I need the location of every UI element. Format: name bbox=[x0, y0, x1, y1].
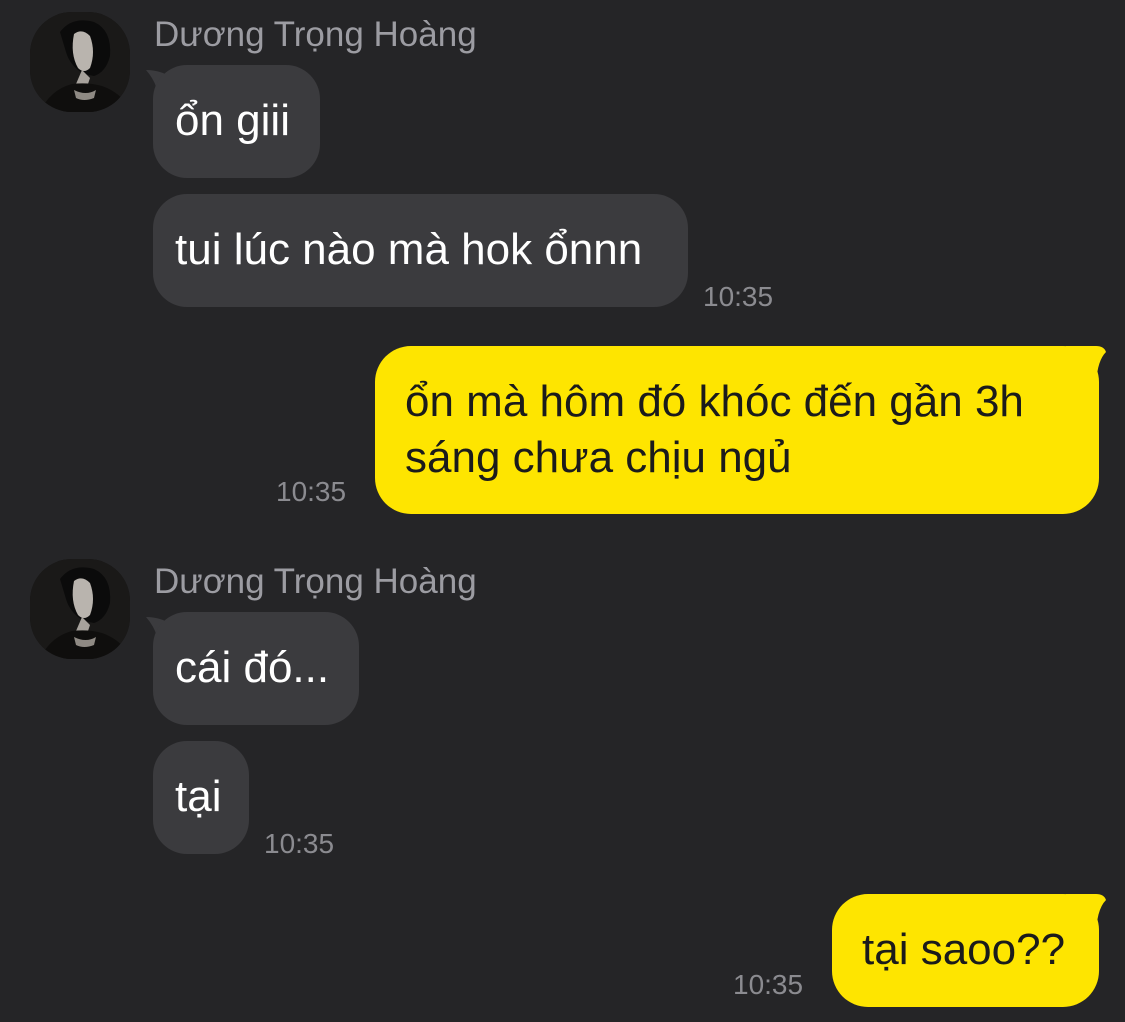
message-bubble[interactable]: tại bbox=[153, 741, 249, 854]
sender-name: Dương Trọng Hoàng bbox=[154, 15, 477, 54]
message-text-line: sáng chưa chịu ngủ bbox=[405, 433, 792, 482]
message-bubble[interactable]: ổn giii bbox=[153, 65, 320, 178]
outgoing-bubble-tail bbox=[1066, 346, 1106, 390]
message-timestamp: 10:35 bbox=[276, 476, 347, 507]
message-bubble[interactable]: cái đó... bbox=[153, 612, 359, 725]
sender-avatar[interactable] bbox=[30, 559, 130, 659]
message-timestamp: 10:35 bbox=[703, 281, 774, 312]
chat-thread: Dương Trọng Hoàng ổn giii tui lúc nào mà… bbox=[0, 0, 1125, 1022]
sender-avatar[interactable] bbox=[30, 12, 130, 112]
avatar-photo-icon bbox=[30, 12, 130, 112]
avatar-photo-icon bbox=[30, 559, 130, 659]
message-text-line: ổn mà hôm đó khóc đến gần 3h bbox=[405, 377, 1024, 426]
message-text-line: tại saoo?? bbox=[862, 925, 1066, 974]
message-bubble[interactable]: tui lúc nào mà hok ổnnn bbox=[153, 194, 688, 307]
message-text: tại bbox=[175, 772, 222, 821]
message-bubble-outgoing[interactable]: ổn mà hôm đó khóc đến gần 3h sáng chưa c… bbox=[375, 346, 1099, 514]
message-text: tui lúc nào mà hok ổnnn bbox=[175, 225, 643, 274]
message-bubble-outgoing[interactable]: tại saoo?? bbox=[832, 894, 1099, 1007]
message-timestamp: 10:35 bbox=[733, 969, 804, 1000]
sender-name: Dương Trọng Hoàng bbox=[154, 562, 477, 601]
message-timestamp: 10:35 bbox=[264, 828, 335, 859]
message-text: cái đó... bbox=[175, 643, 330, 692]
message-text: ổn giii bbox=[175, 96, 290, 145]
outgoing-bubble-tail bbox=[1066, 894, 1106, 938]
